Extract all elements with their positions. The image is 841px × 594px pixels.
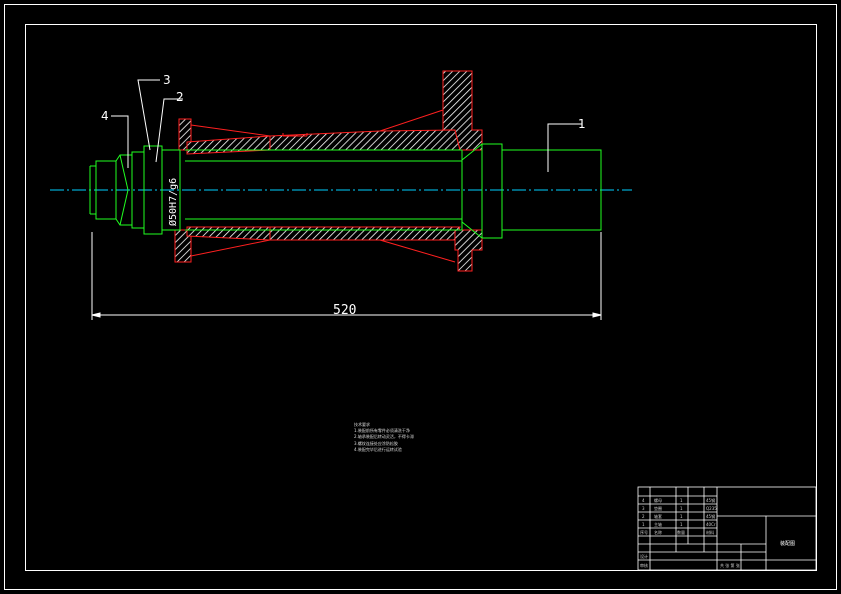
- inner-frame: [25, 24, 817, 571]
- parts-row-3-no: 3: [642, 506, 645, 511]
- parts-row-1-material: 40Cr: [706, 522, 716, 527]
- parts-row-3-name: 垫圈: [654, 505, 662, 511]
- parts-header-name: 名称: [654, 529, 662, 535]
- check-label: 审核: [640, 562, 648, 568]
- parts-row-4-no: 4: [642, 498, 645, 503]
- parts-row-3-material: Q235: [706, 506, 717, 511]
- balloon-2: 2: [176, 90, 184, 104]
- parts-header-qty: 数量: [677, 529, 685, 535]
- technical-note-line: 4.装配完毕后进行运转试验: [354, 446, 402, 452]
- parts-row-2-material: 45钢: [706, 513, 715, 519]
- parts-row-4-name: 螺母: [654, 497, 662, 503]
- parts-row-4-material: 45钢: [706, 497, 715, 503]
- parts-row-3-qty: 1: [680, 506, 683, 511]
- parts-header-no: 序号: [640, 529, 648, 535]
- parts-row-2-qty: 1: [680, 514, 683, 519]
- fit-note: Ø50H7/g6: [167, 178, 179, 226]
- parts-list: 4 螺母 1 45钢 3 垫圈 1 Q235 2 轴套 1 45钢 1 主轴 1…: [640, 497, 740, 568]
- balloon-4: 4: [101, 109, 109, 123]
- parts-row-2-no: 2: [642, 514, 645, 519]
- shaft-outline: [89, 143, 602, 239]
- housing-section-bottom: [174, 226, 483, 272]
- parts-row-2-name: 轴套: [654, 513, 662, 519]
- sheet-text: 共 张 第 张: [720, 562, 740, 568]
- balloon-3: 3: [163, 73, 171, 87]
- parts-row-4-qty: 1: [680, 498, 683, 503]
- title-block: [637, 486, 817, 571]
- overall-length-dimension: 520: [333, 303, 356, 318]
- parts-row-1-no: 1: [642, 522, 645, 527]
- design-label: 设计: [640, 553, 648, 559]
- parts-row-1-name: 主轴: [654, 521, 662, 527]
- parts-header-material: 材料: [706, 529, 714, 535]
- cad-drawing: 1 2 3 4 520 Ø50H7/g6 4 螺母 1 45钢 3 垫圈 1 Q…: [4, 4, 837, 590]
- parts-row-1-qty: 1: [680, 522, 683, 527]
- drawing-name: 装配图: [780, 540, 795, 547]
- balloon-1: 1: [578, 117, 586, 131]
- technical-notes: 技术要求 1.装配前所有零件必须清洗干净 2.轴承装配后转动灵活，不得卡滞 3.…: [354, 422, 494, 453]
